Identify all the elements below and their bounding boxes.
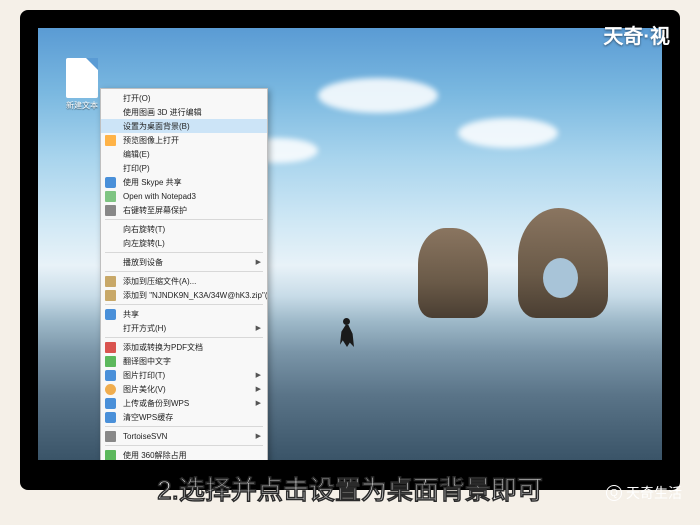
wallpaper-decoration bbox=[518, 208, 608, 318]
context-menu-item[interactable]: 图片打印(T) ▶ bbox=[101, 368, 267, 382]
context-menu-item[interactable]: 编辑(E) bbox=[101, 147, 267, 161]
wallpaper-decoration bbox=[338, 318, 356, 350]
menu-separator bbox=[105, 252, 263, 253]
blue-icon bbox=[105, 370, 116, 381]
wallpaper-decoration bbox=[418, 228, 488, 318]
wallpaper-decoration bbox=[458, 118, 558, 148]
menu-item-label: 上传或备份到WPS bbox=[123, 398, 189, 409]
context-menu-item[interactable]: 使用图画 3D 进行编辑 bbox=[101, 105, 267, 119]
context-menu-item[interactable]: 添加或转换为PDF文档 bbox=[101, 340, 267, 354]
watermark-bottom-right: Q 天奇生活 bbox=[606, 483, 682, 503]
menu-item-label: 设置为桌面背景(B) bbox=[123, 121, 190, 132]
menu-item-label: 打开(O) bbox=[123, 93, 151, 104]
menu-item-label: 打印(P) bbox=[123, 163, 150, 174]
wallpaper-decoration bbox=[318, 78, 438, 113]
context-menu-item[interactable]: 添加到压缩文件(A)... bbox=[101, 274, 267, 288]
submenu-arrow-icon: ▶ bbox=[256, 385, 261, 393]
blue-icon bbox=[105, 398, 116, 409]
context-menu-item[interactable]: 共享 bbox=[101, 307, 267, 321]
menu-item-label: 使用 360解除占用 bbox=[123, 450, 187, 461]
menu-separator bbox=[105, 337, 263, 338]
menu-item-label: 向右旋转(T) bbox=[123, 224, 165, 235]
menu-item-label: 使用 Skype 共享 bbox=[123, 177, 182, 188]
context-menu-item[interactable]: Open with Notepad3 bbox=[101, 189, 267, 203]
context-menu-item[interactable]: 打开(O) bbox=[101, 91, 267, 105]
context-menu-item[interactable]: 向左旋转(L) bbox=[101, 236, 267, 250]
menu-item-label: 图片美化(V) bbox=[123, 384, 166, 395]
context-menu-item[interactable]: 使用 Skype 共享 bbox=[101, 175, 267, 189]
context-menu-item[interactable]: 打开方式(H) ▶ bbox=[101, 321, 267, 335]
menu-item-label: 添加到压缩文件(A)... bbox=[123, 276, 196, 287]
np-icon bbox=[105, 191, 116, 202]
context-menu-item[interactable]: 打印(P) bbox=[101, 161, 267, 175]
menu-separator bbox=[105, 304, 263, 305]
context-menu-item[interactable]: 设置为桌面背景(B) bbox=[101, 119, 267, 133]
blue-icon bbox=[105, 177, 116, 188]
context-menu-item[interactable]: 清空WPS缓存 bbox=[101, 410, 267, 424]
context-menu-item[interactable]: 上传或备份到WPS ▶ bbox=[101, 396, 267, 410]
monitor-bezel: 新建文本 打开(O)使用图画 3D 进行编辑设置为桌面背景(B)预览图像上打开编… bbox=[20, 10, 680, 490]
submenu-arrow-icon: ▶ bbox=[256, 432, 261, 440]
zip-icon bbox=[105, 290, 116, 301]
submenu-arrow-icon: ▶ bbox=[256, 371, 261, 379]
desktop-file-icon[interactable] bbox=[66, 58, 98, 98]
context-menu-item[interactable]: 右键转至屏幕保护 bbox=[101, 203, 267, 217]
submenu-arrow-icon: ▶ bbox=[256, 258, 261, 266]
green-icon bbox=[105, 450, 116, 460]
menu-item-label: 添加到 "NJNDK9N_K3A/34W@hK3.zip"(T) bbox=[123, 290, 267, 301]
menu-item-label: 翻译图中文字 bbox=[123, 356, 171, 367]
tutorial-caption: 2.选择并点击设置为桌面背景即可 bbox=[0, 470, 700, 507]
menu-item-label: 编辑(E) bbox=[123, 149, 150, 160]
menu-separator bbox=[105, 271, 263, 272]
context-menu-item[interactable]: 图片美化(V) ▶ bbox=[101, 382, 267, 396]
menu-item-label: 向左旋转(L) bbox=[123, 238, 165, 249]
context-menu-item[interactable]: 播放到设备 ▶ bbox=[101, 255, 267, 269]
context-menu-item[interactable]: 向右旋转(T) bbox=[101, 222, 267, 236]
menu-separator bbox=[105, 426, 263, 427]
menu-item-label: 共享 bbox=[123, 309, 139, 320]
context-menu-item[interactable]: 翻译图中文字 bbox=[101, 354, 267, 368]
blue-icon bbox=[105, 309, 116, 320]
menu-item-label: TortoiseSVN bbox=[123, 432, 167, 441]
context-menu-item[interactable]: TortoiseSVN ▶ bbox=[101, 429, 267, 443]
watermark-text: 天奇生活 bbox=[626, 483, 682, 503]
zip-icon bbox=[105, 276, 116, 287]
watermark-logo-icon: Q bbox=[606, 485, 622, 501]
menu-item-label: Open with Notepad3 bbox=[123, 192, 196, 201]
green-icon bbox=[105, 356, 116, 367]
menu-item-label: 图片打印(T) bbox=[123, 370, 165, 381]
blue-icon bbox=[105, 412, 116, 423]
watermark-top-right: 天奇·视 bbox=[603, 20, 670, 49]
gray-icon bbox=[105, 431, 116, 442]
menu-item-label: 清空WPS缓存 bbox=[123, 412, 173, 423]
submenu-arrow-icon: ▶ bbox=[256, 399, 261, 407]
gray-icon bbox=[105, 205, 116, 216]
orange-icon bbox=[105, 384, 116, 395]
menu-separator bbox=[105, 219, 263, 220]
img-icon bbox=[105, 135, 116, 146]
context-menu-item[interactable]: 添加到 "NJNDK9N_K3A/34W@hK3.zip"(T) bbox=[101, 288, 267, 302]
desktop-screen[interactable]: 新建文本 打开(O)使用图画 3D 进行编辑设置为桌面背景(B)预览图像上打开编… bbox=[38, 28, 662, 460]
context-menu-item[interactable]: 使用 360解除占用 bbox=[101, 448, 267, 460]
menu-item-label: 使用图画 3D 进行编辑 bbox=[123, 107, 202, 118]
menu-item-label: 右键转至屏幕保护 bbox=[123, 205, 187, 216]
submenu-arrow-icon: ▶ bbox=[256, 324, 261, 332]
context-menu: 打开(O) 使用图画 3D 进行编辑设置为桌面背景(B) 预览图像上打开编辑(E) 打… bbox=[100, 88, 268, 460]
menu-item-label: 预览图像上打开 bbox=[123, 135, 179, 146]
menu-separator bbox=[105, 445, 263, 446]
red-icon bbox=[105, 342, 116, 353]
menu-item-label: 打开方式(H) bbox=[123, 323, 166, 334]
menu-item-label: 播放到设备 bbox=[123, 257, 163, 268]
menu-item-label: 添加或转换为PDF文档 bbox=[123, 342, 203, 353]
context-menu-item[interactable]: 预览图像上打开 bbox=[101, 133, 267, 147]
